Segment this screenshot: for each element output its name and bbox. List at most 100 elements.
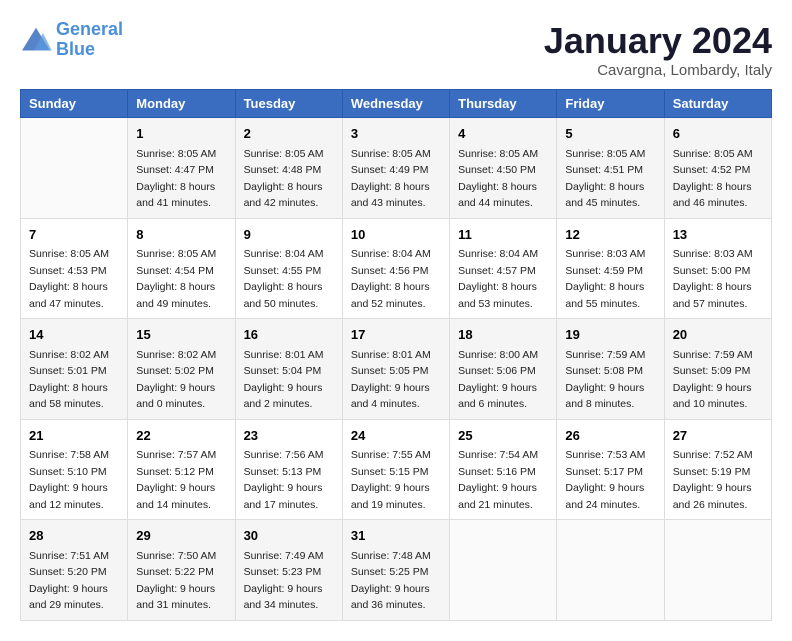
day-info: Sunrise: 7:53 AMSunset: 5:17 PMDaylight:… — [565, 449, 645, 511]
week-row: 28 Sunrise: 7:51 AMSunset: 5:20 PMDaylig… — [21, 520, 772, 621]
day-info: Sunrise: 7:59 AMSunset: 5:09 PMDaylight:… — [673, 349, 753, 411]
calendar-cell: 5 Sunrise: 8:05 AMSunset: 4:51 PMDayligh… — [557, 118, 664, 219]
header-day: Wednesday — [342, 90, 449, 118]
calendar-cell: 6 Sunrise: 8:05 AMSunset: 4:52 PMDayligh… — [664, 118, 771, 219]
month-title: January 2024 — [544, 20, 772, 62]
calendar-cell: 1 Sunrise: 8:05 AMSunset: 4:47 PMDayligh… — [128, 118, 235, 219]
calendar-cell: 21 Sunrise: 7:58 AMSunset: 5:10 PMDaylig… — [21, 419, 128, 520]
day-info: Sunrise: 8:02 AMSunset: 5:02 PMDaylight:… — [136, 349, 216, 411]
day-number: 18 — [458, 325, 548, 345]
day-number: 17 — [351, 325, 441, 345]
day-info: Sunrise: 7:55 AMSunset: 5:15 PMDaylight:… — [351, 449, 431, 511]
logo-line2: Blue — [56, 39, 95, 59]
day-number: 27 — [673, 426, 763, 446]
logo: General Blue — [20, 20, 123, 60]
calendar-header: SundayMondayTuesdayWednesdayThursdayFrid… — [21, 90, 772, 118]
calendar-cell: 10 Sunrise: 8:04 AMSunset: 4:56 PMDaylig… — [342, 218, 449, 319]
title-block: January 2024 Cavargna, Lombardy, Italy — [544, 20, 772, 79]
day-info: Sunrise: 8:05 AMSunset: 4:50 PMDaylight:… — [458, 148, 538, 210]
day-number: 14 — [29, 325, 119, 345]
day-number: 6 — [673, 124, 763, 144]
day-number: 2 — [244, 124, 334, 144]
day-info: Sunrise: 7:52 AMSunset: 5:19 PMDaylight:… — [673, 449, 753, 511]
calendar-cell: 4 Sunrise: 8:05 AMSunset: 4:50 PMDayligh… — [450, 118, 557, 219]
day-info: Sunrise: 7:56 AMSunset: 5:13 PMDaylight:… — [244, 449, 324, 511]
calendar-cell: 13 Sunrise: 8:03 AMSunset: 5:00 PMDaylig… — [664, 218, 771, 319]
day-info: Sunrise: 7:57 AMSunset: 5:12 PMDaylight:… — [136, 449, 216, 511]
day-info: Sunrise: 7:48 AMSunset: 5:25 PMDaylight:… — [351, 550, 431, 612]
day-info: Sunrise: 8:05 AMSunset: 4:51 PMDaylight:… — [565, 148, 645, 210]
week-row: 14 Sunrise: 8:02 AMSunset: 5:01 PMDaylig… — [21, 319, 772, 420]
day-number: 22 — [136, 426, 226, 446]
calendar-cell: 3 Sunrise: 8:05 AMSunset: 4:49 PMDayligh… — [342, 118, 449, 219]
day-info: Sunrise: 8:05 AMSunset: 4:53 PMDaylight:… — [29, 248, 109, 310]
day-number: 16 — [244, 325, 334, 345]
header-day: Saturday — [664, 90, 771, 118]
day-info: Sunrise: 8:05 AMSunset: 4:47 PMDaylight:… — [136, 148, 216, 210]
calendar-cell: 22 Sunrise: 7:57 AMSunset: 5:12 PMDaylig… — [128, 419, 235, 520]
calendar-cell: 15 Sunrise: 8:02 AMSunset: 5:02 PMDaylig… — [128, 319, 235, 420]
day-info: Sunrise: 7:59 AMSunset: 5:08 PMDaylight:… — [565, 349, 645, 411]
calendar-cell: 11 Sunrise: 8:04 AMSunset: 4:57 PMDaylig… — [450, 218, 557, 319]
calendar-cell: 8 Sunrise: 8:05 AMSunset: 4:54 PMDayligh… — [128, 218, 235, 319]
logo-line1: General — [56, 19, 123, 39]
calendar-cell — [557, 520, 664, 621]
header-row: SundayMondayTuesdayWednesdayThursdayFrid… — [21, 90, 772, 118]
day-number: 4 — [458, 124, 548, 144]
day-number: 30 — [244, 526, 334, 546]
calendar-cell: 19 Sunrise: 7:59 AMSunset: 5:08 PMDaylig… — [557, 319, 664, 420]
header-day: Friday — [557, 90, 664, 118]
week-row: 1 Sunrise: 8:05 AMSunset: 4:47 PMDayligh… — [21, 118, 772, 219]
calendar-table: SundayMondayTuesdayWednesdayThursdayFrid… — [20, 89, 772, 621]
calendar-cell: 24 Sunrise: 7:55 AMSunset: 5:15 PMDaylig… — [342, 419, 449, 520]
calendar-cell: 7 Sunrise: 8:05 AMSunset: 4:53 PMDayligh… — [21, 218, 128, 319]
day-info: Sunrise: 8:01 AMSunset: 5:05 PMDaylight:… — [351, 349, 431, 411]
calendar-cell: 17 Sunrise: 8:01 AMSunset: 5:05 PMDaylig… — [342, 319, 449, 420]
day-info: Sunrise: 7:49 AMSunset: 5:23 PMDaylight:… — [244, 550, 324, 612]
logo-icon — [20, 26, 52, 54]
calendar-cell: 2 Sunrise: 8:05 AMSunset: 4:48 PMDayligh… — [235, 118, 342, 219]
day-info: Sunrise: 8:04 AMSunset: 4:57 PMDaylight:… — [458, 248, 538, 310]
logo-text: General Blue — [56, 20, 123, 60]
day-info: Sunrise: 7:54 AMSunset: 5:16 PMDaylight:… — [458, 449, 538, 511]
day-info: Sunrise: 8:02 AMSunset: 5:01 PMDaylight:… — [29, 349, 109, 411]
day-number: 24 — [351, 426, 441, 446]
day-number: 21 — [29, 426, 119, 446]
calendar-cell: 9 Sunrise: 8:04 AMSunset: 4:55 PMDayligh… — [235, 218, 342, 319]
day-number: 23 — [244, 426, 334, 446]
calendar-cell: 14 Sunrise: 8:02 AMSunset: 5:01 PMDaylig… — [21, 319, 128, 420]
day-number: 10 — [351, 225, 441, 245]
day-info: Sunrise: 8:04 AMSunset: 4:55 PMDaylight:… — [244, 248, 324, 310]
day-info: Sunrise: 7:58 AMSunset: 5:10 PMDaylight:… — [29, 449, 109, 511]
day-number: 28 — [29, 526, 119, 546]
day-info: Sunrise: 7:50 AMSunset: 5:22 PMDaylight:… — [136, 550, 216, 612]
day-number: 20 — [673, 325, 763, 345]
calendar-cell: 20 Sunrise: 7:59 AMSunset: 5:09 PMDaylig… — [664, 319, 771, 420]
day-number: 19 — [565, 325, 655, 345]
day-number: 25 — [458, 426, 548, 446]
calendar-cell: 25 Sunrise: 7:54 AMSunset: 5:16 PMDaylig… — [450, 419, 557, 520]
calendar-cell — [450, 520, 557, 621]
calendar-cell — [21, 118, 128, 219]
day-number: 3 — [351, 124, 441, 144]
day-info: Sunrise: 8:05 AMSunset: 4:49 PMDaylight:… — [351, 148, 431, 210]
week-row: 21 Sunrise: 7:58 AMSunset: 5:10 PMDaylig… — [21, 419, 772, 520]
calendar-cell: 29 Sunrise: 7:50 AMSunset: 5:22 PMDaylig… — [128, 520, 235, 621]
header-day: Thursday — [450, 90, 557, 118]
day-number: 15 — [136, 325, 226, 345]
day-number: 9 — [244, 225, 334, 245]
header-day: Tuesday — [235, 90, 342, 118]
calendar-cell — [664, 520, 771, 621]
page-header: General Blue January 2024 Cavargna, Lomb… — [20, 20, 772, 79]
calendar-cell: 31 Sunrise: 7:48 AMSunset: 5:25 PMDaylig… — [342, 520, 449, 621]
calendar-cell: 23 Sunrise: 7:56 AMSunset: 5:13 PMDaylig… — [235, 419, 342, 520]
day-number: 31 — [351, 526, 441, 546]
calendar-cell: 26 Sunrise: 7:53 AMSunset: 5:17 PMDaylig… — [557, 419, 664, 520]
day-info: Sunrise: 8:01 AMSunset: 5:04 PMDaylight:… — [244, 349, 324, 411]
day-info: Sunrise: 8:05 AMSunset: 4:52 PMDaylight:… — [673, 148, 753, 210]
calendar-cell: 16 Sunrise: 8:01 AMSunset: 5:04 PMDaylig… — [235, 319, 342, 420]
day-number: 11 — [458, 225, 548, 245]
calendar-cell: 27 Sunrise: 7:52 AMSunset: 5:19 PMDaylig… — [664, 419, 771, 520]
location: Cavargna, Lombardy, Italy — [544, 62, 772, 79]
calendar-cell: 12 Sunrise: 8:03 AMSunset: 4:59 PMDaylig… — [557, 218, 664, 319]
